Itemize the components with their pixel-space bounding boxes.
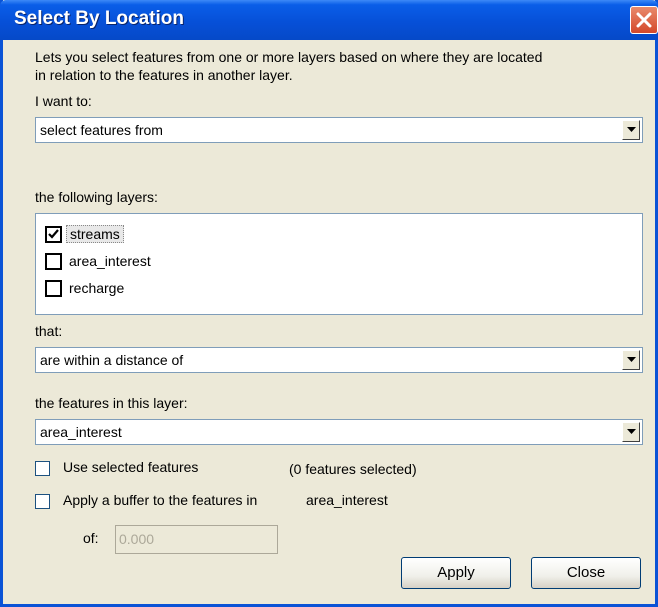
use-selected-checkbox[interactable] [35, 461, 50, 476]
relation-value: are within a distance of [40, 352, 184, 368]
method-value: select features from [40, 122, 163, 138]
layer-label-area-interest: area_interest [69, 253, 151, 269]
apply-buffer-label: Apply a buffer to the features in [63, 492, 258, 508]
chevron-down-icon [627, 127, 636, 132]
layers-label: the following layers: [35, 189, 158, 205]
description-line-2: in relation to the features in another l… [35, 67, 293, 83]
selected-count: (0 features selected) [289, 461, 417, 477]
method-dropdown-button[interactable] [622, 120, 640, 140]
select-by-location-dialog: Select By Location Lets you select featu… [0, 0, 658, 607]
source-layer-dropdown-button[interactable] [622, 422, 640, 442]
buffer-of-label: of: [83, 530, 99, 546]
checkmark-icon [48, 229, 59, 239]
source-layer-value: area_interest [40, 424, 122, 440]
layers-list[interactable]: streams area_interest recharge [35, 213, 643, 315]
use-selected-label: Use selected features [63, 459, 199, 475]
description-line-1: Lets you select features from one or mor… [35, 49, 543, 65]
buffer-distance-input[interactable]: 0.000 [115, 525, 278, 554]
source-layer-select[interactable]: area_interest [35, 419, 643, 445]
close-button[interactable]: Close [531, 557, 641, 589]
method-select[interactable]: select features from [35, 117, 643, 143]
layer-checkbox-area-interest[interactable] [45, 253, 62, 270]
relation-select[interactable]: are within a distance of [35, 347, 643, 373]
buffer-distance-value: 0.000 [119, 531, 155, 547]
relation-dropdown-button[interactable] [622, 350, 640, 370]
layer-label-streams: streams [66, 225, 124, 243]
layer-label-recharge: recharge [69, 280, 125, 296]
close-window-button[interactable] [630, 6, 658, 34]
apply-button[interactable]: Apply [401, 557, 511, 589]
chevron-down-icon [627, 429, 636, 434]
layer-checkbox-recharge[interactable] [45, 280, 62, 297]
close-icon [636, 12, 652, 28]
relation-label: that: [35, 323, 63, 339]
layer-checkbox-streams[interactable] [45, 226, 62, 243]
dialog-title: Select By Location [14, 8, 184, 29]
title-bar[interactable]: Select By Location [0, 0, 658, 40]
chevron-down-icon [627, 357, 636, 362]
source-layer-label: the features in this layer: [35, 395, 188, 411]
buffer-layer-name: area_interest [306, 492, 388, 508]
apply-buffer-checkbox[interactable] [35, 494, 50, 509]
method-label: I want to: [35, 93, 92, 109]
